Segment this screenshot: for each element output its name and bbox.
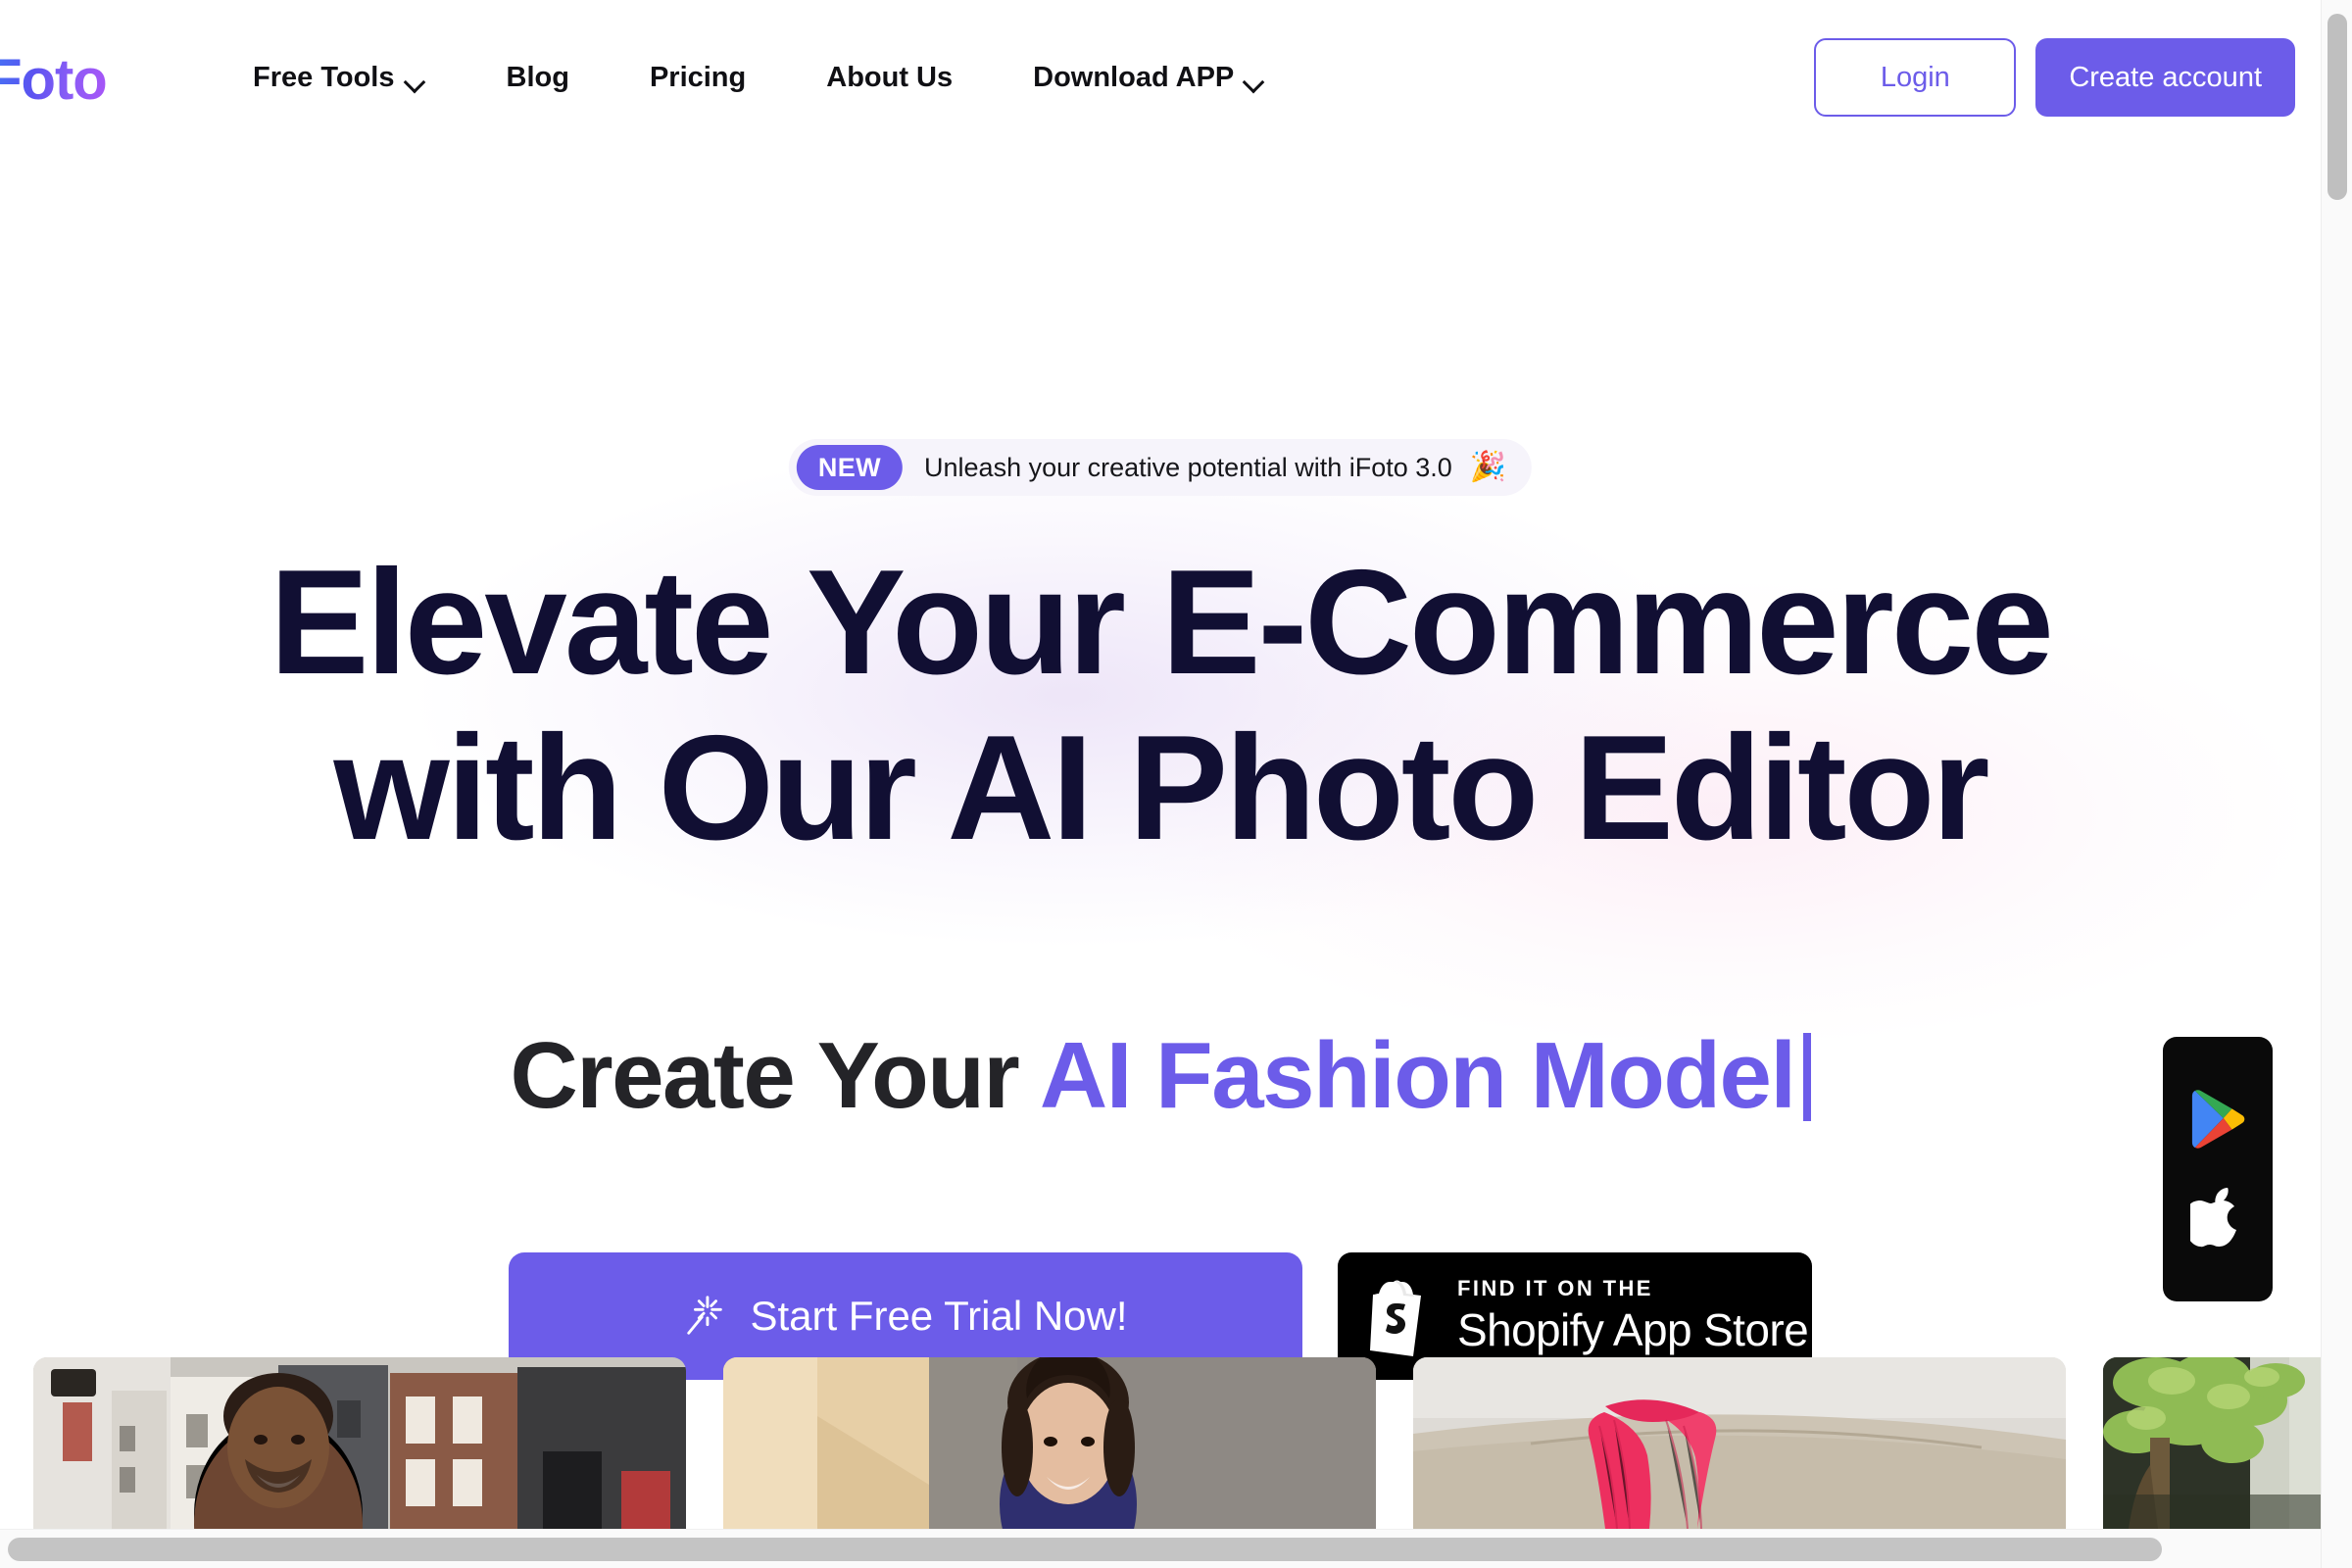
gallery-card[interactable]	[723, 1357, 1376, 1529]
nav-item-free-tools[interactable]: Free Tools	[253, 61, 426, 93]
showcase-gallery[interactable]	[0, 1357, 2321, 1529]
new-announcement-banner[interactable]: NEW Unleash your creative potential with…	[788, 439, 1533, 496]
chevron-down-icon	[405, 74, 426, 87]
nav-item-about-us[interactable]: About Us	[826, 61, 954, 93]
shopify-badge-top-line: FIND IT ON THE	[1457, 1276, 1653, 1301]
page-root: iFoto Free Tools Blog Pricing About Us D…	[0, 0, 2352, 1568]
nav-item-blog[interactable]: Blog	[506, 61, 569, 93]
page-viewport: iFoto Free Tools Blog Pricing About Us D…	[0, 0, 2321, 1568]
announcement-text: Unleash your creative potential with iFo…	[924, 452, 1452, 482]
apple-icon[interactable]	[2190, 1186, 2245, 1250]
horizontal-scrollbar-thumb[interactable]	[8, 1538, 2162, 1561]
headline-line-2: with Our AI Photo Editor	[333, 705, 1989, 872]
logo-ifoto[interactable]: iFoto	[0, 47, 108, 113]
shopify-bag-icon	[1370, 1280, 1421, 1356]
site-header: iFoto Free Tools Blog Pricing About Us D…	[0, 0, 2321, 155]
hero-section: NEW Unleash your creative potential with…	[0, 155, 2321, 1380]
google-play-icon[interactable]	[2189, 1089, 2246, 1150]
shopify-badge-text: FIND IT ON THE Shopify App Store	[1457, 1276, 1809, 1356]
gallery-image-woman-braids	[723, 1357, 1376, 1529]
gallery-card[interactable]	[2103, 1357, 2321, 1529]
nav-label-download-app: Download APP	[1033, 61, 1235, 93]
gallery-image-green-tree	[2103, 1357, 2321, 1529]
nav-item-pricing[interactable]: Pricing	[649, 61, 747, 93]
nav-label-pricing: Pricing	[649, 61, 747, 93]
gallery-card[interactable]	[1413, 1357, 2066, 1529]
main-navigation: Free Tools Blog Pricing About Us Downloa…	[253, 0, 1265, 155]
page-title: Elevate Your E-Commerce with Our AI Phot…	[0, 546, 2321, 872]
gallery-image-pink-fabric-couch	[1413, 1357, 2066, 1529]
gallery-card[interactable]	[33, 1357, 686, 1529]
floating-app-download-widget	[2163, 1037, 2273, 1301]
create-account-button[interactable]: Create account	[2035, 38, 2295, 117]
nav-label-free-tools: Free Tools	[253, 61, 395, 93]
typing-caret	[1802, 1033, 1811, 1121]
login-button[interactable]: Login	[1814, 38, 2017, 117]
subtitle-typed-text: AI Fashion Model	[1039, 1023, 1796, 1128]
nav-label-about-us: About Us	[826, 61, 954, 93]
party-popper-icon: 🎉	[1469, 451, 1507, 483]
vertical-scrollbar[interactable]	[2321, 0, 2352, 1568]
horizontal-scrollbar[interactable]	[0, 1529, 2321, 1568]
gallery-image-man-street	[33, 1357, 686, 1529]
nav-item-download-app[interactable]: Download APP	[1033, 61, 1265, 93]
auth-buttons: Login Create account	[1814, 0, 2295, 155]
headline-line-1: Elevate Your E-Commerce	[270, 539, 2054, 706]
chevron-down-icon	[1244, 74, 1265, 87]
hero-subtitle: Create Your AI Fashion Model	[0, 1022, 2321, 1130]
subtitle-static-text: Create Your	[510, 1023, 1040, 1128]
vertical-scrollbar-thumb[interactable]	[2328, 14, 2347, 200]
shopify-badge-bottom-line: Shopify App Store	[1457, 1304, 1809, 1356]
magic-wand-icon	[687, 1296, 723, 1335]
nav-label-blog: Blog	[506, 61, 569, 93]
start-free-trial-label: Start Free Trial Now!	[750, 1293, 1128, 1339]
new-badge: NEW	[796, 445, 904, 490]
